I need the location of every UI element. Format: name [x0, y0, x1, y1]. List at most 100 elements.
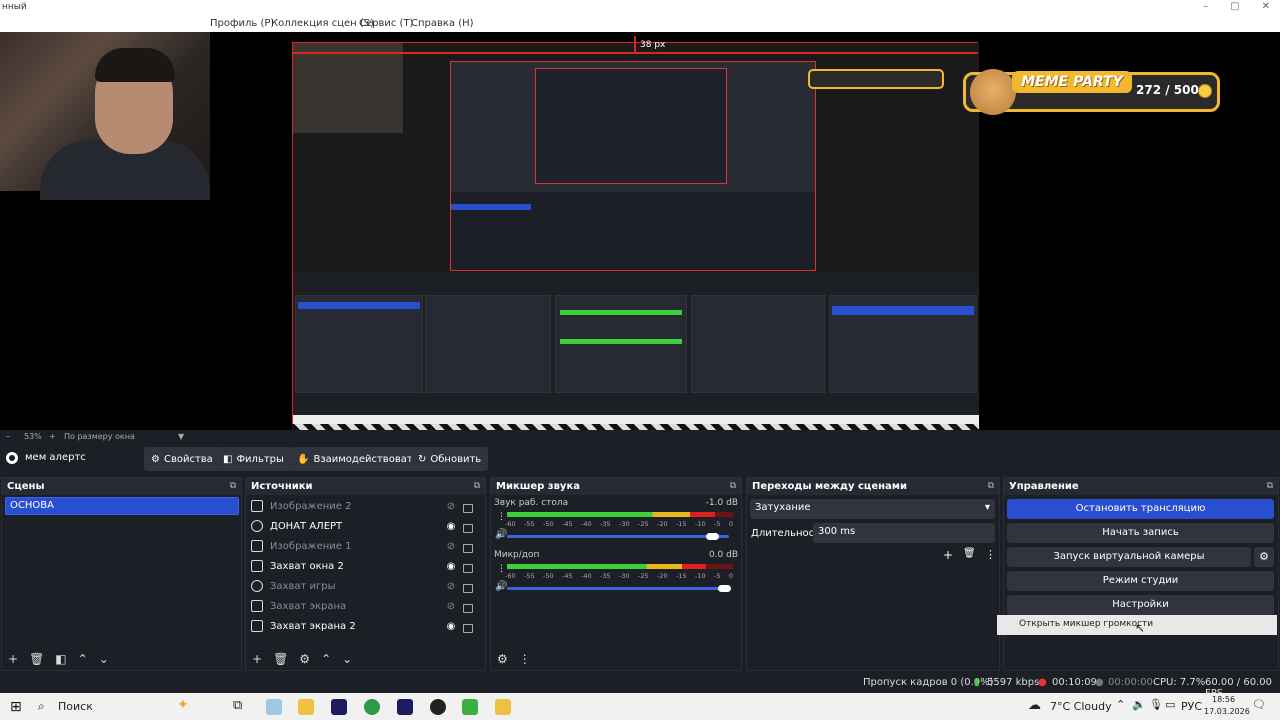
zoom-in-button[interactable]: +	[49, 432, 56, 441]
taskbar-search[interactable]: Поиск	[58, 700, 93, 713]
filters-button[interactable]: ◧ Фильтры	[216, 447, 291, 471]
stop-streaming-button[interactable]: Остановить трансляцию	[1007, 499, 1274, 519]
move-up-button[interactable]: ⌃	[321, 652, 331, 666]
app-icon[interactable]	[462, 699, 478, 715]
move-down-button[interactable]: ⌄	[342, 652, 352, 666]
media-player-icon[interactable]	[495, 699, 511, 715]
kebab-menu-icon[interactable]: ⋮	[519, 652, 531, 666]
maximize-button[interactable]: ▢	[1230, 1, 1239, 12]
preview-canvas[interactable]: 38 px MEME PARTY 272 / 500	[0, 32, 1280, 430]
premiere-icon[interactable]	[397, 699, 413, 715]
zoom-out-button[interactable]: –	[6, 432, 10, 441]
lock-icon[interactable]	[463, 623, 473, 633]
close-button[interactable]: ✕	[1262, 1, 1270, 12]
search-icon[interactable]: ⌕	[38, 699, 45, 714]
virtual-camera-button[interactable]: Запуск виртуальной камеры	[1007, 547, 1251, 567]
undock-icon[interactable]: ⧉	[230, 481, 236, 491]
interact-button[interactable]: ✋ Взаимодействовать	[290, 447, 426, 471]
undock-icon[interactable]: ⧉	[1267, 481, 1273, 491]
eye-hidden-icon[interactable]: ⊘	[445, 501, 457, 512]
eye-icon[interactable]: ◉	[445, 521, 457, 532]
rec-dot-icon: ●	[1095, 677, 1104, 688]
source-properties-button[interactable]: ⚙	[299, 652, 310, 666]
undock-icon[interactable]: ⧉	[474, 481, 480, 491]
gear-icon[interactable]: ⚙	[1254, 547, 1274, 567]
remove-transition-button[interactable]: 🗑	[963, 548, 976, 559]
properties-button[interactable]: ⚙ Свойства	[144, 447, 220, 471]
source-row[interactable]: Изображение 2 ⊘	[251, 496, 473, 516]
eye-hidden-icon[interactable]: ⊘	[445, 601, 457, 612]
volume-slider[interactable]	[507, 535, 729, 538]
copilot-sparkle-icon[interactable]: ✦	[177, 697, 189, 713]
add-source-button[interactable]: +	[252, 652, 262, 666]
studio-mode-button[interactable]: Режим студии	[1007, 571, 1274, 591]
lock-icon[interactable]	[463, 503, 473, 513]
lock-icon[interactable]	[463, 543, 473, 553]
scene-filters-button[interactable]: ◧	[55, 652, 66, 666]
source-name: Захват экрана 2	[270, 620, 356, 632]
lock-icon[interactable]	[463, 583, 473, 593]
source-row[interactable]: Захват экрана ⊘	[251, 596, 473, 616]
obs-icon[interactable]	[430, 699, 446, 715]
settings-button[interactable]: Настройки	[1007, 595, 1274, 615]
chrome-icon[interactable]	[364, 699, 380, 715]
screen-capture-source[interactable]	[292, 42, 979, 430]
tray-chevron-icon[interactable]: ⌃	[1116, 698, 1125, 711]
clock-date[interactable]: 17.03.2026	[1204, 707, 1250, 716]
channel-db: -1.0 dB	[705, 498, 738, 508]
source-row[interactable]: Захват окна 2 ◉	[251, 556, 473, 576]
windows-start-icon[interactable]: ⊞	[10, 699, 22, 715]
menu-help[interactable]: Справка (H)	[411, 18, 474, 29]
add-transition-button[interactable]: +	[943, 548, 953, 562]
start-recording-button[interactable]: Начать запись	[1007, 523, 1274, 543]
source-row[interactable]: Изображение 1 ⊘	[251, 536, 473, 556]
premiere-icon[interactable]	[331, 699, 347, 715]
lock-icon[interactable]	[463, 523, 473, 533]
remove-scene-button[interactable]: 🗑	[29, 652, 44, 666]
menu-tools[interactable]: Сервис (T)	[359, 18, 413, 29]
eye-icon[interactable]: ◉	[445, 561, 457, 572]
kebab-menu-icon[interactable]: ⋮	[985, 548, 996, 561]
source-row[interactable]: Захват игры ⊘	[251, 576, 473, 596]
notification-icon[interactable]: 🗨	[1252, 698, 1266, 711]
task-view-icon[interactable]: ⧉	[233, 698, 242, 713]
menu-bar: Профиль (P) Коллекция сцен (S) Сервис (T…	[0, 16, 1280, 32]
move-down-button[interactable]: ⌄	[99, 652, 109, 666]
menu-profile[interactable]: Профиль (P)	[210, 18, 274, 29]
advanced-audio-icon[interactable]: ⚙	[497, 652, 508, 666]
duration-spinbox[interactable]: 300 ms	[813, 523, 995, 543]
widget-icon[interactable]	[266, 699, 282, 715]
eye-icon[interactable]: ◉	[445, 621, 457, 632]
volume-slider[interactable]	[507, 587, 729, 590]
source-row[interactable]: ДОНАТ АЛЕРТ ◉	[251, 516, 473, 536]
battery-icon[interactable]: ▭	[1165, 698, 1175, 711]
file-explorer-icon[interactable]	[298, 699, 314, 715]
undock-icon[interactable]: ⧉	[988, 481, 994, 491]
minimize-button[interactable]: –	[1203, 1, 1208, 12]
volume-knob[interactable]	[706, 533, 719, 540]
eye-hidden-icon[interactable]: ⊘	[445, 581, 457, 592]
source-row[interactable]: Захват экрана 2 ◉	[251, 616, 473, 636]
mic-icon[interactable]: 🎙	[1149, 698, 1163, 711]
scene-item[interactable]: ОСНОВА	[5, 497, 239, 515]
weather[interactable]: 7°C Cloudy	[1050, 700, 1112, 713]
lock-icon[interactable]	[463, 563, 473, 573]
chevron-down-icon[interactable]: ▼	[178, 432, 184, 441]
transition-select[interactable]: Затухание ▾	[750, 499, 995, 519]
clock-time[interactable]: 18:56	[1212, 695, 1235, 704]
eye-hidden-icon[interactable]: ⊘	[445, 541, 457, 552]
volume-knob[interactable]	[718, 585, 731, 592]
speaker-icon[interactable]: 🔊	[495, 529, 507, 540]
zoom-mode[interactable]: По размеру окна	[64, 432, 135, 441]
add-scene-button[interactable]: +	[8, 652, 18, 666]
meme-alert-widget[interactable]: MEME PARTY 272 / 500	[963, 69, 1220, 115]
move-up-button[interactable]: ⌃	[78, 652, 88, 666]
remove-source-button[interactable]: 🗑	[273, 652, 288, 666]
undock-icon[interactable]: ⧉	[730, 481, 736, 491]
language[interactable]: РУС	[1181, 700, 1202, 713]
volume-icon[interactable]: 🔉	[1132, 698, 1146, 711]
webcam-source[interactable]	[0, 32, 210, 200]
refresh-button[interactable]: ↻ Обновить	[411, 447, 489, 471]
speaker-icon[interactable]: 🔊	[495, 581, 507, 592]
lock-icon[interactable]	[463, 603, 473, 613]
